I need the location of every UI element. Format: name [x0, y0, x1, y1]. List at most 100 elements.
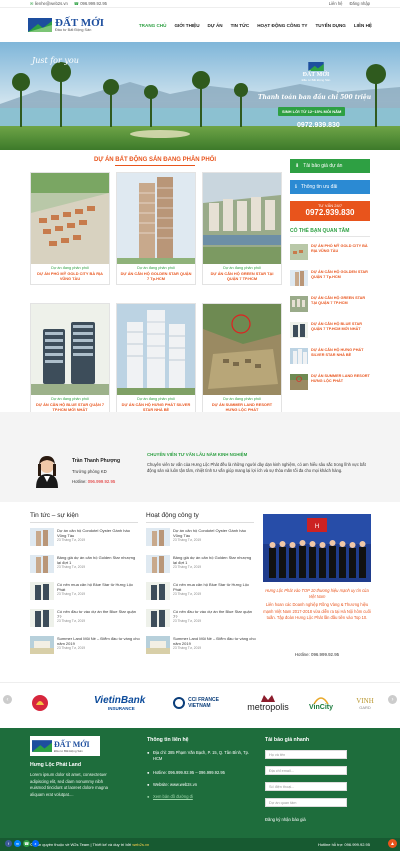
- interest-title-text: DỰ ÁN CĂN HỘ GOLDEN STAR QUẬN 7 Tp.HCM: [311, 270, 368, 279]
- hero-logo: ĐẤT MỚI Đầu tư Bất Động Sản: [286, 62, 346, 82]
- project-name[interactable]: DỰ ÁN CĂN HỘ GREEN STAR TẠI QUẬN 7 TP.HC…: [203, 270, 281, 284]
- news-item-4[interactable]: Có nên đầu tư vào dự án the Blue Star qu…: [30, 609, 140, 627]
- project-name[interactable]: DỰ ÁN CĂN HỘ GOLDEN STAR QUẬN 7 Tp.HCM: [117, 270, 195, 284]
- nav-activities[interactable]: HOẠT ĐỘNG CÔNG TY: [257, 23, 307, 28]
- project-card-4[interactable]: Dự án đang phân phối DỰ ÁN CĂN HỘ BLUE S…: [30, 303, 110, 417]
- location-icon: ●: [147, 750, 150, 755]
- partner-logo-1[interactable]: [28, 688, 52, 718]
- svg-text:H: H: [315, 524, 319, 530]
- hotline-box[interactable]: TƯ VẤN 24/7 0972.939.830: [290, 201, 370, 221]
- footer-contact-title: Thông tin liên hệ: [147, 737, 189, 743]
- news-item-title: Bảng giá dự án căn hộ Golden Star nhượng…: [57, 555, 136, 565]
- messenger-icon[interactable]: m: [14, 840, 21, 847]
- project-image: [31, 304, 109, 395]
- consultant-hotline[interactable]: Hotline: 096.999.92.95: [72, 479, 115, 484]
- project-image: [203, 304, 281, 395]
- submit-quote-button[interactable]: Đăng ký nhận báo giá: [265, 814, 325, 824]
- project-image: [203, 173, 281, 264]
- project-card-1[interactable]: Dự án đang phân phối DỰ ÁN PHỐ MỸ GOLD C…: [30, 172, 110, 286]
- interest-item-6[interactable]: DỰ ÁN SUMMER LAND RESORT HƯNG LỘC PHÁT: [290, 374, 370, 396]
- activity-item-title: Summer Land Mũi Né – Điểm đầu tư vàng ch…: [173, 636, 256, 646]
- chevron-left-icon: ‹: [6, 696, 9, 703]
- phone-field[interactable]: Số điện thoại...: [265, 782, 347, 791]
- interest-item-2[interactable]: DỰ ÁN CĂN HỘ GOLDEN STAR QUẬN 7 Tp.HCM: [290, 270, 370, 292]
- news-item-5[interactable]: Summer Land Mũi Né – Điểm đầu tư vàng ch…: [30, 636, 140, 654]
- nav-careers[interactable]: TUYỂN DỤNG: [316, 23, 346, 28]
- project-name[interactable]: DỰ ÁN PHỐ MỸ GOLD CITY BÀ RỊA VŨNG TÀU: [31, 270, 109, 284]
- partners-next-button[interactable]: ›: [388, 695, 397, 704]
- interest-title: CÓ THỂ BẠN QUAN TÂM: [290, 228, 350, 234]
- map-icon: ●: [147, 794, 150, 799]
- news-item-1[interactable]: Dự án căn hộ Condotel Oyster Gành hào Vũ…: [30, 528, 140, 546]
- award-desc: Liên hoan các Doanh nghiệp Rồng Vàng & T…: [263, 602, 371, 620]
- partner-sub: INSURANCE: [108, 706, 135, 711]
- partner-logo-vincity[interactable]: VinCity: [302, 688, 340, 718]
- activities-title: Hoạt động công ty: [146, 512, 199, 519]
- logo[interactable]: ĐẤT MỚI Đầu tư Bất Động Sản: [28, 18, 104, 32]
- activity-item-date: 23 Tháng Tư, 2019: [173, 565, 202, 569]
- activity-item-1[interactable]: Dự án căn hộ Condotel Oyster Gành hào Vũ…: [146, 528, 256, 546]
- news-item-title: Summer Land Mũi Né – Điểm đầu tư vàng ch…: [57, 636, 140, 646]
- nav-home[interactable]: TRANG CHỦ: [139, 23, 167, 28]
- interest-item-4[interactable]: DỰ ÁN CĂN HỘ BLUE STAR QUẬN 7 TP.HCM MỚI…: [290, 322, 370, 344]
- download-price-button[interactable]: ⬇ Tải bảo giá dự án: [290, 159, 370, 173]
- interest-thumb: [290, 270, 308, 286]
- phone-call-icon[interactable]: ☎: [23, 840, 30, 847]
- phone-icon: ●: [147, 770, 150, 775]
- footer-map-link[interactable]: ● Xem bản đồ đường đi: [147, 794, 193, 799]
- offer-info-button[interactable]: ℹ Thông tin ưu đãi: [290, 180, 370, 194]
- nav-contact[interactable]: LIÊN HỆ: [354, 23, 372, 28]
- interest-item-5[interactable]: DỰ ÁN CĂN HỘ HƯNG PHÁT SILVER STAR NHÀ B…: [290, 348, 370, 370]
- project-card-6[interactable]: Dự án đang phân phối DỰ ÁN SUMMER LAND R…: [202, 303, 282, 417]
- partner-logo-vietinbank[interactable]: VietinBank INSURANCE: [94, 688, 160, 718]
- nav-projects[interactable]: DỰ ÁN: [208, 23, 223, 28]
- interest-item-3[interactable]: DỰ ÁN CĂN HỘ GREEN STAR TẠI QUẬN 7 TP.HC…: [290, 296, 370, 318]
- footer-hotline[interactable]: ● Hotline: 096.999.92.95 – 096.999.92.95: [147, 770, 225, 775]
- top-email[interactable]: lienhe@web2s.vn: [35, 1, 68, 6]
- award-photo[interactable]: H: [263, 514, 371, 582]
- nav-news[interactable]: TIN TỨC: [231, 23, 250, 28]
- interest-title-text: DỰ ÁN SUMMER LAND RESORT HƯNG LỘC PHÁT: [311, 374, 370, 383]
- award-caption[interactable]: Hưng Lộc Phát vào TOP 10 thương hiệu mạn…: [263, 588, 371, 599]
- news-item-3[interactable]: Có nên mua căn hộ Blue Star từ Hưng Lộc …: [30, 582, 140, 600]
- interest-item-1[interactable]: DỰ ÁN PHỐ MỸ GOLD CITY BÀ RỊA VŨNG TÀU: [290, 244, 370, 266]
- partner-logo-ccifrance[interactable]: CCI FRANCE VIETNAM: [170, 688, 222, 718]
- copyright-link[interactable]: web2s.vn: [132, 842, 149, 847]
- zalo-icon[interactable]: z: [32, 840, 39, 847]
- facebook-icon[interactable]: f: [5, 840, 12, 847]
- top-login-link[interactable]: Đăng nhập: [350, 1, 371, 6]
- project-card-2[interactable]: Dự án đang phân phối DỰ ÁN CĂN HỘ GOLDEN…: [116, 172, 196, 286]
- back-to-top-button[interactable]: ▲: [388, 839, 397, 848]
- news-item-date: 23 Tháng Tư, 2019: [57, 592, 86, 596]
- hero-phone[interactable]: 0972.939.830: [297, 122, 340, 129]
- partners-prev-button[interactable]: ‹: [3, 695, 12, 704]
- partner-name: metropolis: [247, 701, 289, 712]
- interest-thumb: [290, 244, 308, 260]
- news-item-2[interactable]: Bảng giá dự án căn hộ Golden Star nhượng…: [30, 555, 140, 573]
- name-field[interactable]: Họ và tên: [265, 750, 347, 759]
- activity-item-4[interactable]: Có nên đầu tư vào dự án the Blue Star qu…: [146, 609, 256, 627]
- email-field[interactable]: Địa chỉ email...: [265, 766, 347, 775]
- activity-item-3[interactable]: Có nên mua căn hộ Blue Star từ Hưng Lộc …: [146, 582, 256, 600]
- top-phone[interactable]: 096.999.92.95: [80, 1, 107, 6]
- hero-headline: Thanh toán ban đầu chỉ 500 triệu: [258, 94, 372, 101]
- nav-about[interactable]: GIỚI THIỆU: [174, 23, 199, 28]
- activity-item-2[interactable]: Bảng giá dự án căn hộ Golden Star nhượng…: [146, 555, 256, 573]
- top-contact-link[interactable]: Liên hệ: [329, 1, 343, 6]
- activity-item-5[interactable]: Summer Land Mũi Né – Điểm đầu tư vàng ch…: [146, 636, 256, 654]
- hero-banner[interactable]: Just for you ĐẤT MỚI Đầu tư Bất Động Sản…: [0, 42, 400, 150]
- consultant-desc: Chuyên viên tư vấn của Hưng Lộc Phát đều…: [147, 462, 366, 473]
- consultant-avatar: [30, 452, 64, 488]
- project-card-5[interactable]: Dự án đang phân phối DỰ ÁN CĂN HỘ HƯNG P…: [116, 303, 196, 417]
- partner-logo-vinhomes[interactable]: VINH GARD: [352, 688, 378, 718]
- footer-company: Hưng Lộc Phát Land: [30, 762, 82, 768]
- footer-logo[interactable]: ĐẤT MỚI Đầu tư Bất Động Sản: [30, 736, 100, 756]
- project-field[interactable]: Dự án quan tâm: [265, 798, 347, 807]
- footer-website[interactable]: ● Website: www.web2s.vn: [147, 782, 197, 787]
- award-hotline[interactable]: Hotline: 096.999.92.95: [263, 652, 371, 657]
- partner-emblem-icon: [173, 697, 186, 709]
- partner-logo-metropolis[interactable]: metropolis: [240, 688, 296, 718]
- download-price-label: Tải bảo giá dự án: [303, 163, 343, 169]
- project-card-3[interactable]: Dự án đang phân phối DỰ ÁN CĂN HỘ GREEN …: [202, 172, 282, 286]
- partner-name: VINH: [356, 696, 374, 705]
